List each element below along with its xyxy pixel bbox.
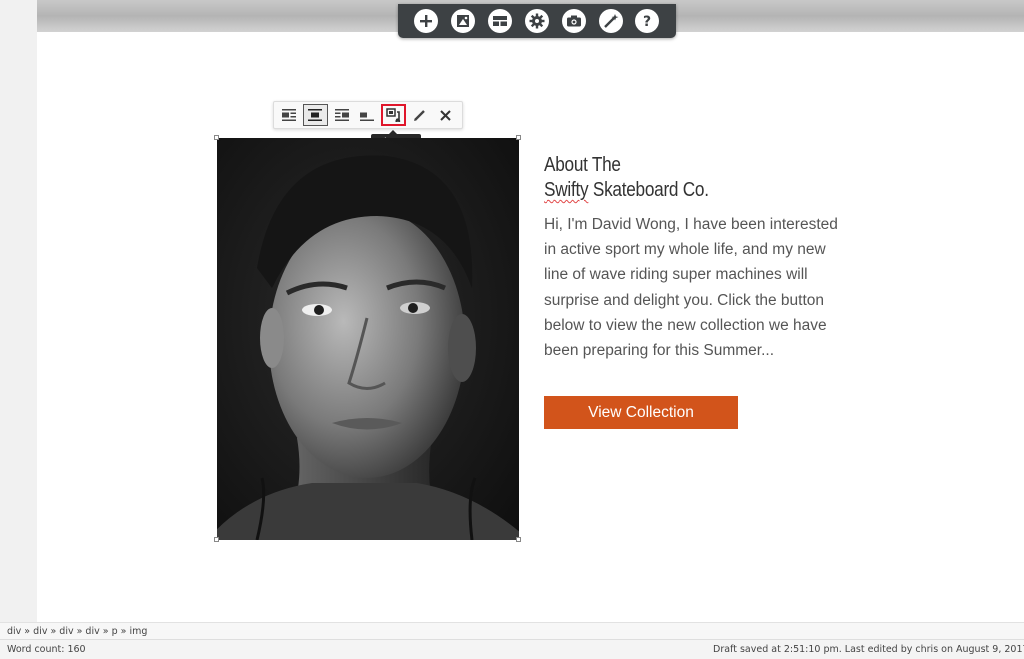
word-count: Word count: 160 xyxy=(7,644,86,655)
change-image-icon[interactable] xyxy=(380,104,407,126)
about-paragraph[interactable]: Hi, I'm David Wong, I have been interest… xyxy=(544,212,854,363)
align-center-icon[interactable] xyxy=(302,104,329,126)
about-heading[interactable]: About The Swifty Skateboard Co. xyxy=(544,153,709,203)
heading-line-2: Swifty Skateboard Co. xyxy=(544,178,709,203)
settings-icon[interactable] xyxy=(524,9,549,33)
image-icon[interactable] xyxy=(451,9,476,33)
remove-icon[interactable] xyxy=(433,104,458,126)
layout-icon[interactable] xyxy=(488,9,513,33)
element-path[interactable]: div » div » div » div » p » img xyxy=(0,622,1024,639)
add-icon[interactable] xyxy=(414,9,439,33)
editor-gutter xyxy=(0,0,37,622)
image-toolbar xyxy=(273,101,463,129)
resize-handle-bottom-left[interactable] xyxy=(214,537,219,542)
align-none-icon[interactable] xyxy=(355,104,380,126)
resize-handle-top-right[interactable] xyxy=(516,135,521,140)
draft-status: Draft saved at 2:51:10 pm. Last edited b… xyxy=(713,644,1024,655)
resize-handle-bottom-right[interactable] xyxy=(516,537,521,542)
camera-icon[interactable] xyxy=(561,9,586,33)
editor-canvas[interactable] xyxy=(37,0,1024,622)
align-left-icon[interactable] xyxy=(277,104,302,126)
edit-pencil-icon[interactable] xyxy=(407,104,432,126)
spellcheck-word: Swifty xyxy=(544,179,589,201)
heading-line-1: About The xyxy=(544,154,621,176)
top-toolbar: ? xyxy=(398,4,676,38)
svg-text:?: ? xyxy=(643,14,651,29)
portrait-photo[interactable] xyxy=(217,138,519,540)
align-right-icon[interactable] xyxy=(329,104,354,126)
magic-wand-icon[interactable] xyxy=(598,9,623,33)
view-collection-button[interactable]: View Collection xyxy=(544,396,738,429)
status-bar: Word count: 160 Draft saved at 2:51:10 p… xyxy=(0,639,1024,659)
help-icon[interactable]: ? xyxy=(635,9,660,33)
resize-handle-top-left[interactable] xyxy=(214,135,219,140)
heading-line-2-rest: Skateboard Co. xyxy=(588,179,709,201)
